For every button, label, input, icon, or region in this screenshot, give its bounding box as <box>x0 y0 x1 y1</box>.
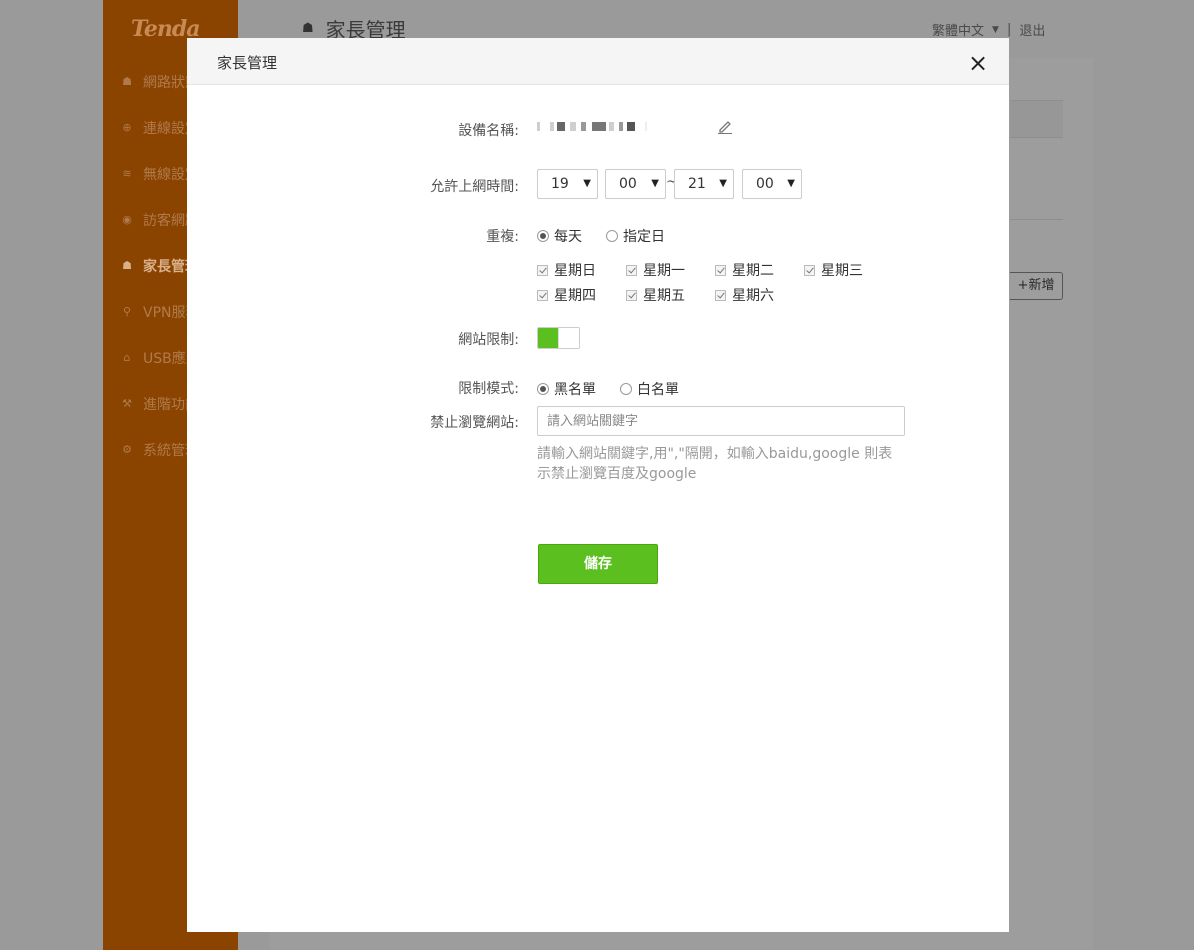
toggle-knob <box>558 328 579 348</box>
repeat-specific-day-radio[interactable]: 指定日 <box>606 226 665 246</box>
blocked-sites-label: 禁止瀏覽網站: <box>430 415 519 431</box>
checkbox <box>804 264 815 276</box>
parental-icon: ☗ <box>302 21 314 36</box>
divider <box>1010 219 1063 220</box>
modal-title: 家長管理 <box>217 54 278 72</box>
radio-label: 每天 <box>554 229 582 245</box>
settings-icon: ⚙ <box>122 443 132 456</box>
language-bar: 繁體中文 ▼ | 退出 <box>932 20 1045 39</box>
blacklist-radio[interactable]: 黑名單 <box>537 379 596 399</box>
start-minute-value: 00 <box>619 176 637 192</box>
day-checkbox-friday[interactable]: 星期五 <box>626 285 685 305</box>
website-limit-label: 網站限制: <box>458 332 519 348</box>
page-backdrop-left <box>0 0 103 950</box>
checkbox <box>715 289 726 301</box>
separator: | <box>1006 22 1012 37</box>
day-checkbox-thursday[interactable]: 星期四 <box>537 285 596 305</box>
device-name-label: 設備名稱: <box>458 123 519 139</box>
device-name-value-blurred <box>537 122 657 134</box>
start-hour-value: 19 <box>551 176 569 192</box>
tools-icon: ⚒ <box>122 397 132 410</box>
end-hour-value: 21 <box>688 176 706 192</box>
allowed-time-label: 允許上網時間: <box>430 179 519 195</box>
language-select[interactable]: 繁體中文 <box>932 20 984 39</box>
day-checkbox-monday[interactable]: 星期一 <box>626 260 685 280</box>
limit-mode-label: 限制模式: <box>458 381 519 397</box>
network-status-icon: ☗ <box>122 75 132 88</box>
checkbox <box>537 289 548 301</box>
radio-dot <box>537 230 549 242</box>
website-limit-toggle[interactable] <box>537 327 580 349</box>
guest-icon: ◉ <box>122 213 132 226</box>
vpn-icon: ⚲ <box>122 305 132 318</box>
whitelist-radio[interactable]: 白名單 <box>620 379 679 399</box>
checkbox-label: 星期六 <box>732 288 774 304</box>
checkbox-label: 星期一 <box>643 263 685 279</box>
logout-link[interactable]: 退出 <box>1019 20 1045 39</box>
parental-control-modal: 家長管理 × 設備名稱: 允許上網時間: 19 ▼ 00 ▼ ~ 21 ▼ 00 ▼ 重… <box>187 38 1009 932</box>
dropdown-arrow-icon: ▼ <box>583 178 591 189</box>
checkbox <box>626 289 637 301</box>
repeat-label: 重複: <box>486 229 519 245</box>
chevron-down-icon: ▼ <box>992 24 999 35</box>
modal-header: 家長管理 × <box>187 38 1009 85</box>
radio-dot <box>537 383 549 395</box>
checkbox-label: 星期日 <box>554 263 596 279</box>
end-minute-select[interactable]: 00 ▼ <box>742 169 802 199</box>
end-minute-value: 00 <box>756 176 774 192</box>
day-checkbox-tuesday[interactable]: 星期二 <box>715 260 774 280</box>
wifi-icon: ≋ <box>122 167 132 180</box>
radio-dot <box>606 230 618 242</box>
blocked-sites-hint: 請輸入網站關鍵字,用","隔開，如輸入baidu,google 則表示禁止瀏覽百… <box>537 446 893 482</box>
dropdown-arrow-icon: ▼ <box>719 178 727 189</box>
usb-icon: ⌂ <box>123 351 131 364</box>
day-checkbox-wednesday[interactable]: 星期三 <box>804 260 863 280</box>
bg-table-header <box>1010 100 1063 138</box>
start-hour-select[interactable]: 19 ▼ <box>537 169 598 199</box>
checkbox-label: 星期二 <box>732 263 774 279</box>
globe-icon: ⊕ <box>122 121 132 134</box>
checkbox <box>715 264 726 276</box>
radio-label: 白名單 <box>637 382 679 398</box>
checkbox-label: 星期三 <box>821 263 863 279</box>
checkbox-label: 星期四 <box>554 288 596 304</box>
radio-label: 黑名單 <box>554 382 596 398</box>
dropdown-arrow-icon: ▼ <box>787 178 795 189</box>
checkbox-label: 星期五 <box>643 288 685 304</box>
day-checkbox-sunday[interactable]: 星期日 <box>537 260 596 280</box>
blocked-sites-input[interactable] <box>537 406 905 436</box>
radio-label: 指定日 <box>623 229 665 245</box>
toggle-on-indicator <box>538 328 559 348</box>
parental-icon: ☗ <box>122 259 132 272</box>
add-button[interactable]: +新增 <box>1010 272 1063 300</box>
pencil-icon[interactable] <box>717 118 733 134</box>
radio-dot <box>620 383 632 395</box>
repeat-everyday-radio[interactable]: 每天 <box>537 226 582 246</box>
day-checkbox-saturday[interactable]: 星期六 <box>715 285 774 305</box>
start-minute-select[interactable]: 00 ▼ <box>605 169 666 199</box>
end-hour-select[interactable]: 21 ▼ <box>674 169 734 199</box>
checkbox <box>626 264 637 276</box>
dropdown-arrow-icon: ▼ <box>651 178 659 189</box>
close-icon[interactable]: × <box>967 51 989 75</box>
checkbox <box>537 264 548 276</box>
save-button[interactable]: 儲存 <box>538 544 658 584</box>
